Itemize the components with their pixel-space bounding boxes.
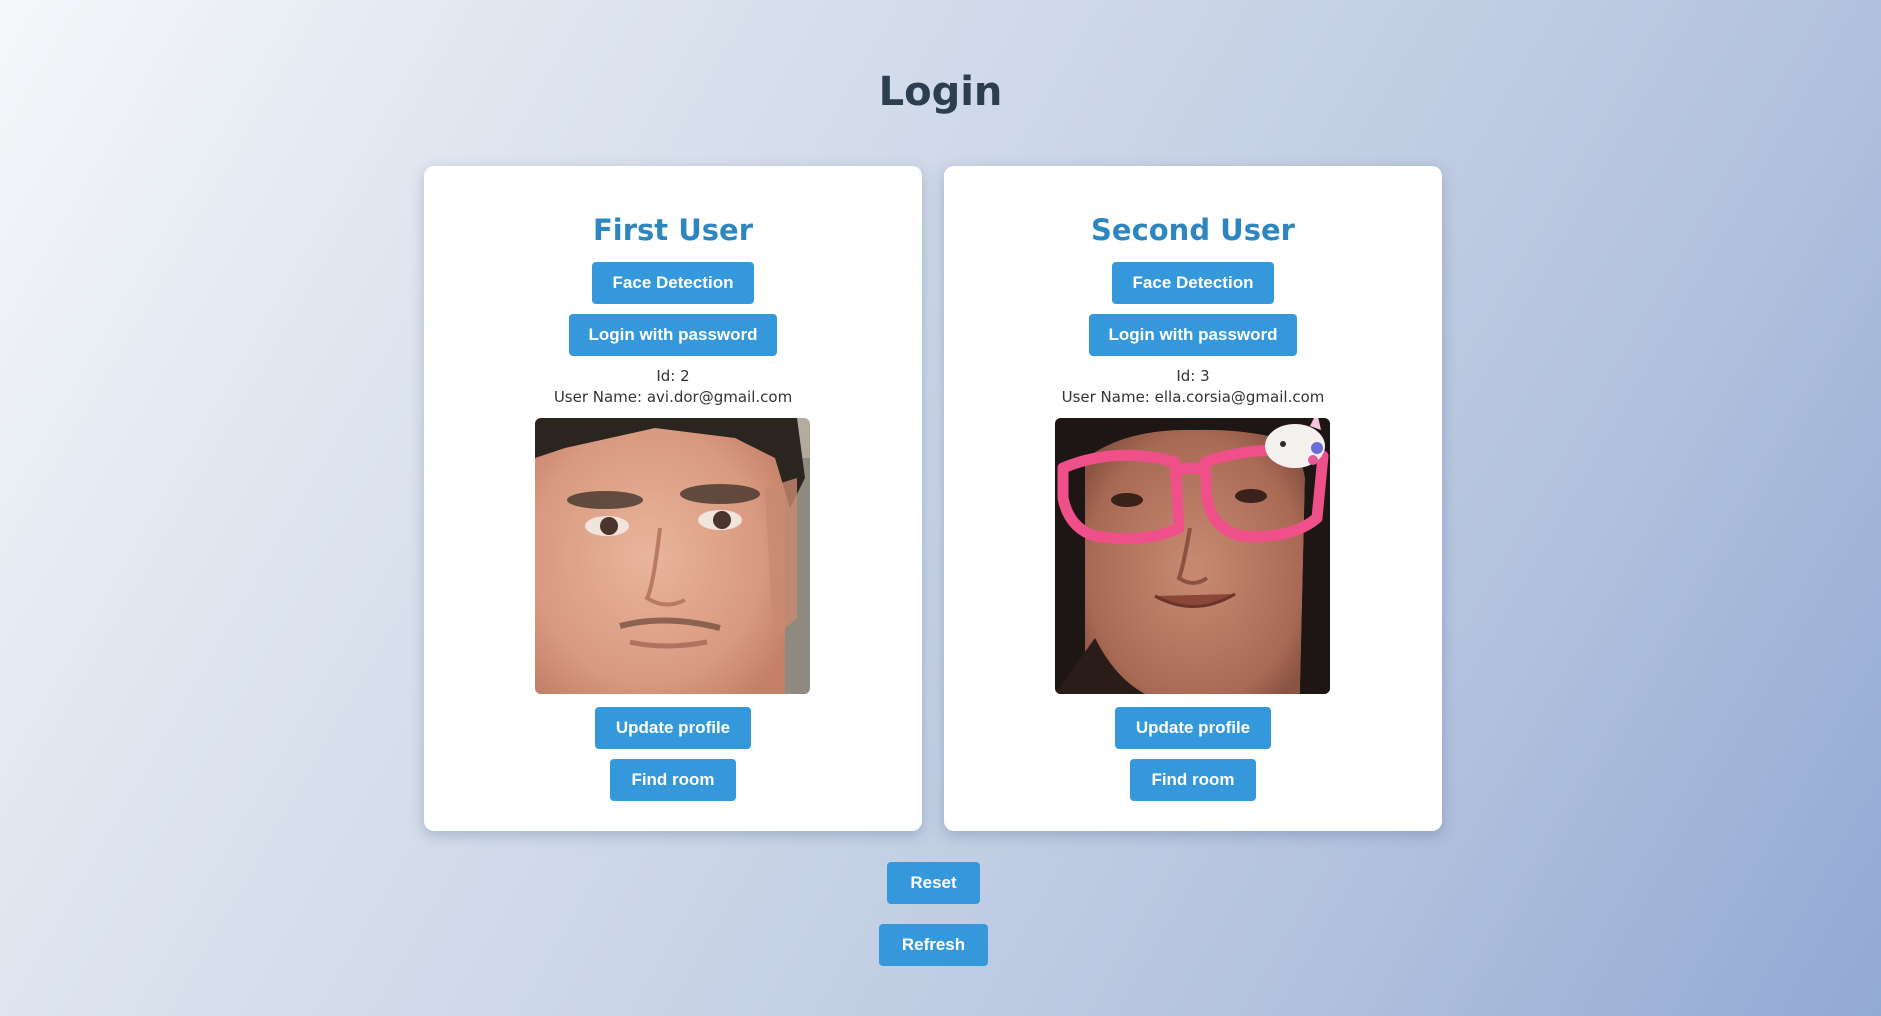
update-profile-button[interactable]: Update profile <box>1115 707 1271 749</box>
user-name-text: User Name: ella.corsia@gmail.com <box>1061 388 1325 406</box>
face-detection-button[interactable]: Face Detection <box>592 262 754 304</box>
user-photo <box>535 418 810 694</box>
update-profile-button[interactable]: Update profile <box>595 707 751 749</box>
face-detection-button[interactable]: Face Detection <box>1112 262 1274 304</box>
second-user-card: Second User Face Detection Login with pa… <box>944 166 1442 831</box>
page-title: Login <box>878 69 1003 115</box>
user-name-text: User Name: avi.dor@gmail.com <box>553 388 793 406</box>
first-user-card: First User Face Detection Login with pas… <box>424 166 922 831</box>
find-room-button[interactable]: Find room <box>610 759 736 801</box>
face-photo-image <box>535 418 810 694</box>
login-with-password-button[interactable]: Login with password <box>569 314 777 356</box>
face-photo-image <box>1055 418 1330 694</box>
card-heading: Second User <box>1091 213 1295 247</box>
user-photo <box>1055 418 1330 694</box>
card-heading: First User <box>592 213 754 247</box>
find-room-button[interactable]: Find room <box>1130 759 1256 801</box>
login-with-password-button[interactable]: Login with password <box>1089 314 1297 356</box>
user-id-text: Id: 3 <box>1176 367 1210 385</box>
reset-button[interactable]: Reset <box>887 862 980 904</box>
user-id-text: Id: 2 <box>656 367 690 385</box>
refresh-button[interactable]: Refresh <box>879 924 988 966</box>
